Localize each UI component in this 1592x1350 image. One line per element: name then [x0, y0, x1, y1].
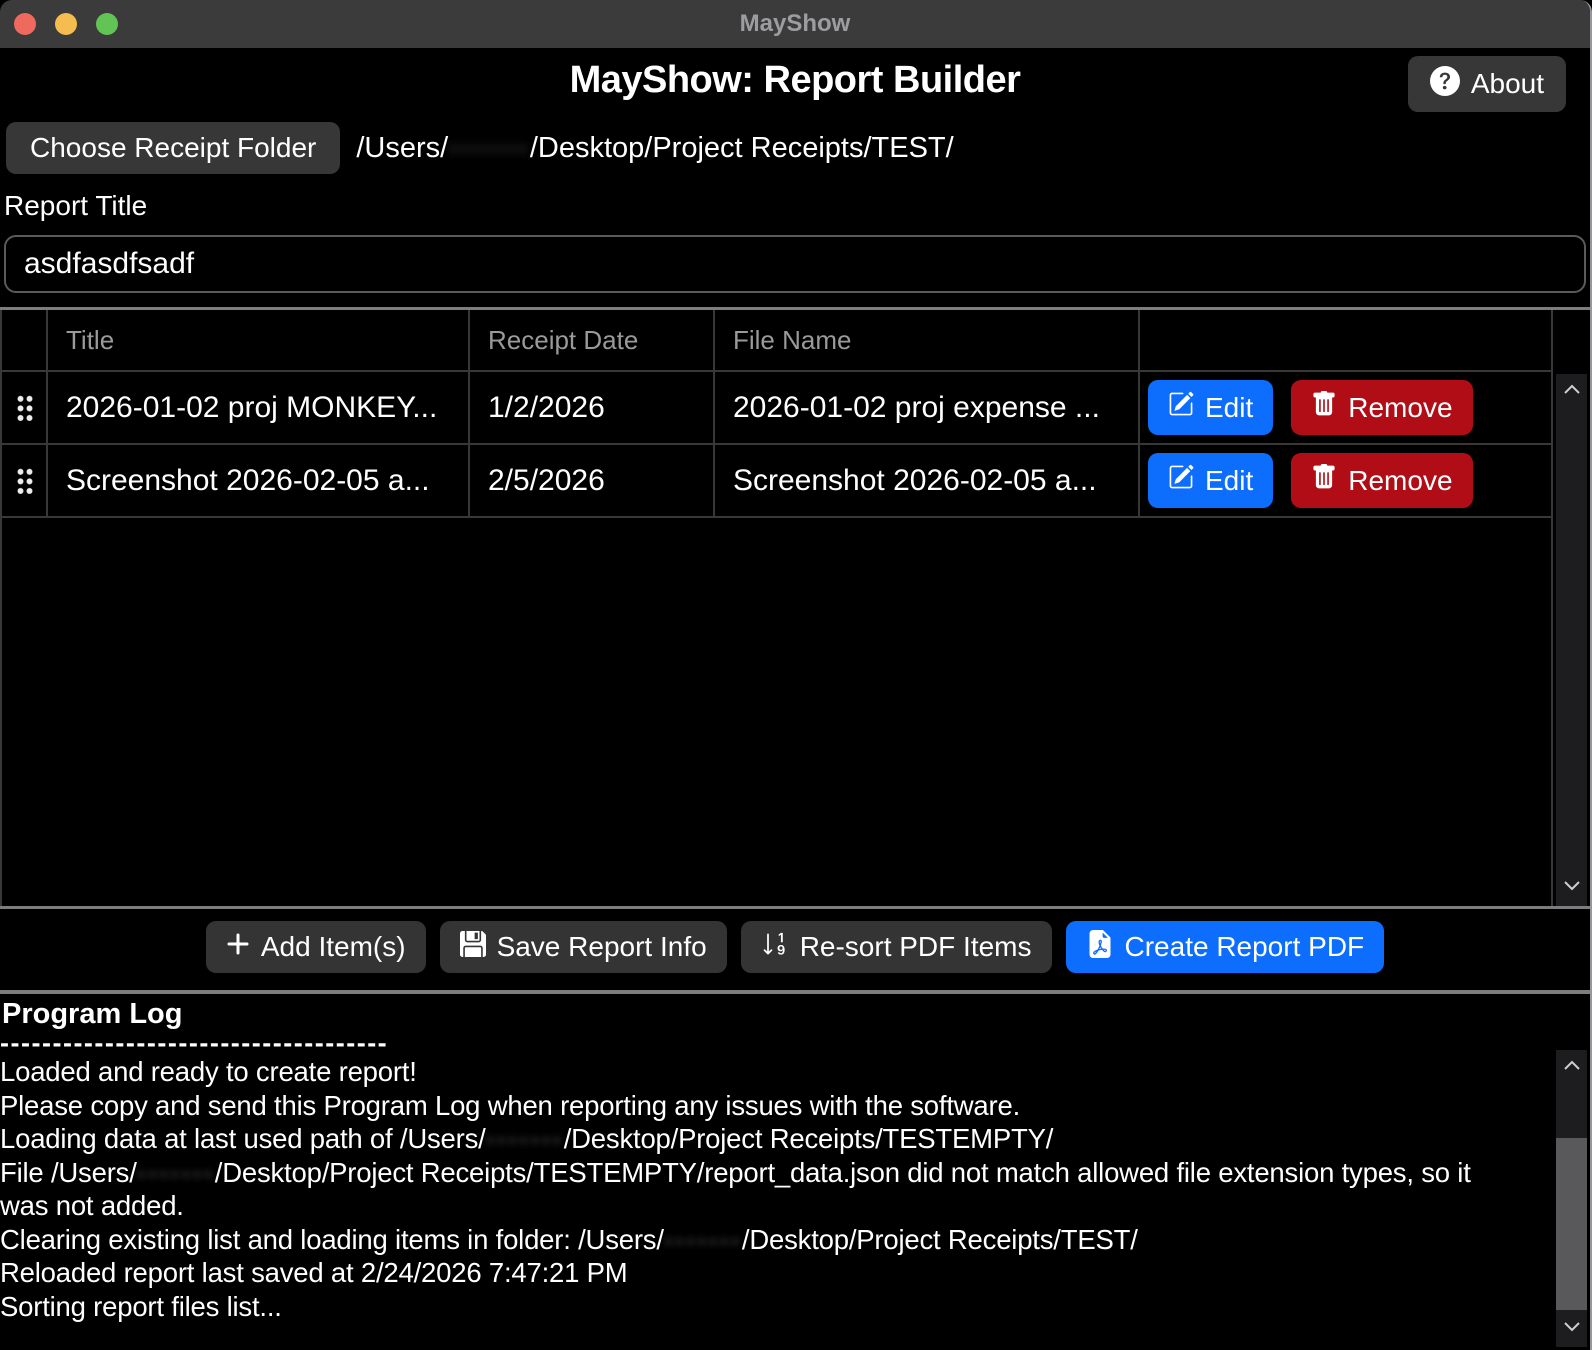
table-row: 2026-01-02 proj MONKEY... 1/2/2026 2026-…: [2, 372, 1551, 445]
log-line: Clearing existing list and loading items…: [0, 1223, 1518, 1257]
row-actions: Edit Remove: [1140, 372, 1551, 445]
report-items-table: Title Receipt Date File Name 2026-01-02 …: [0, 307, 1590, 909]
log-line: Sorting report files list...: [0, 1290, 1518, 1324]
create-report-pdf-label: Create Report PDF: [1125, 931, 1365, 963]
edit-label: Edit: [1205, 465, 1253, 497]
receipt-folder-path: /Users/·······/Desktop/Project Receipts/…: [356, 132, 953, 165]
program-log-text: ------------------------------------- Lo…: [0, 1031, 1590, 1323]
pencil-square-icon: [1168, 391, 1194, 424]
save-report-info-label: Save Report Info: [497, 931, 707, 963]
remove-label: Remove: [1348, 392, 1452, 424]
edit-button[interactable]: Edit: [1148, 380, 1273, 435]
report-title-input[interactable]: [4, 235, 1586, 293]
edit-button[interactable]: Edit: [1148, 453, 1273, 508]
chevron-down-icon[interactable]: [1562, 1320, 1582, 1339]
path-suffix: /Desktop/Project Receipts/TEST/: [530, 132, 954, 165]
save-report-info-button[interactable]: Save Report Info: [440, 921, 727, 973]
create-report-pdf-button[interactable]: Create Report PDF: [1066, 921, 1385, 973]
fullscreen-button[interactable]: [96, 13, 118, 35]
table-header-row: Title Receipt Date File Name: [2, 310, 1551, 372]
toolbar: Add Item(s) Save Report Info Re-sort PDF…: [0, 921, 1590, 973]
about-button[interactable]: About: [1408, 56, 1566, 112]
log-splitter[interactable]: [0, 990, 1590, 994]
drag-handle[interactable]: [2, 445, 48, 518]
remove-button[interactable]: Remove: [1291, 380, 1472, 435]
grip-dots-icon: [16, 467, 33, 494]
header-grip-column: [2, 310, 48, 372]
resort-pdf-items-button[interactable]: Re-sort PDF Items: [741, 921, 1052, 973]
table-scrollbar[interactable]: [1556, 374, 1587, 906]
window-title: MayShow: [740, 10, 851, 38]
log-line: Loaded and ready to create report!: [0, 1055, 1518, 1089]
log-line: File /Users/·······/Desktop/Project Rece…: [0, 1156, 1518, 1223]
choose-receipt-folder-button[interactable]: Choose Receipt Folder: [6, 122, 340, 174]
header-receipt-date: Receipt Date: [470, 310, 715, 372]
log-line: Reloaded report last saved at 2/24/2026 …: [0, 1256, 1518, 1290]
row-actions: Edit Remove: [1140, 445, 1551, 518]
trash-icon: [1311, 464, 1337, 497]
log-line: Please copy and send this Program Log wh…: [0, 1089, 1518, 1123]
header: MayShow: Report Builder About: [0, 48, 1590, 114]
add-items-button[interactable]: Add Item(s): [206, 921, 426, 973]
row-file-name: 2026-01-02 proj expense ...: [715, 372, 1140, 445]
row-title: 2026-01-02 proj MONKEY...: [48, 372, 470, 445]
chevron-up-icon[interactable]: [1562, 1058, 1582, 1077]
page-title: MayShow: Report Builder: [0, 48, 1590, 112]
minimize-button[interactable]: [55, 13, 77, 35]
scrollbar-thumb[interactable]: [1556, 1138, 1587, 1310]
path-prefix: /Users/: [356, 132, 448, 165]
edit-label: Edit: [1205, 392, 1253, 424]
traffic-lights: [14, 0, 118, 48]
about-label: About: [1471, 68, 1544, 100]
question-circle-icon: [1430, 66, 1460, 103]
plus-icon: [226, 931, 250, 963]
program-log-panel: Program Log ----------------------------…: [0, 998, 1590, 1347]
pencil-square-icon: [1168, 464, 1194, 497]
redacted-username: ·······: [448, 132, 530, 165]
table-row: Screenshot 2026-02-05 a... 2/5/2026 Scre…: [2, 445, 1551, 518]
row-receipt-date: 1/2/2026: [470, 372, 715, 445]
chevron-down-icon[interactable]: [1562, 879, 1582, 898]
row-file-name: Screenshot 2026-02-05 a...: [715, 445, 1140, 518]
table-main: Title Receipt Date File Name 2026-01-02 …: [0, 310, 1553, 906]
header-actions: [1140, 310, 1551, 372]
remove-button[interactable]: Remove: [1291, 453, 1472, 508]
log-scrollbar[interactable]: [1556, 1050, 1587, 1347]
redacted-username: ·······: [486, 1123, 564, 1154]
sort-numeric-down-icon: [761, 930, 789, 965]
log-divider-dashes: -------------------------------------: [0, 1031, 1518, 1055]
titlebar: MayShow: [0, 0, 1590, 48]
trash-icon: [1311, 391, 1337, 424]
close-button[interactable]: [14, 13, 36, 35]
drag-handle[interactable]: [2, 372, 48, 445]
chevron-up-icon[interactable]: [1562, 382, 1582, 401]
row-receipt-date: 2/5/2026: [470, 445, 715, 518]
program-log-heading: Program Log: [2, 998, 1590, 1031]
pdf-file-icon: [1086, 930, 1114, 965]
log-line: Loading data at last used path of /Users…: [0, 1122, 1518, 1156]
grip-dots-icon: [16, 394, 33, 421]
redacted-username: ·······: [664, 1224, 742, 1255]
report-title-label: Report Title: [4, 190, 1590, 222]
add-items-label: Add Item(s): [261, 931, 406, 963]
folder-row: Choose Receipt Folder /Users/·······/Des…: [6, 122, 1590, 174]
floppy-save-icon: [460, 931, 486, 964]
remove-label: Remove: [1348, 465, 1452, 497]
app-window: MayShow MayShow: Report Builder About Ch…: [0, 0, 1592, 1350]
redacted-username: ·······: [137, 1157, 215, 1188]
header-title: Title: [48, 310, 470, 372]
row-title: Screenshot 2026-02-05 a...: [48, 445, 470, 518]
header-file-name: File Name: [715, 310, 1140, 372]
resort-pdf-items-label: Re-sort PDF Items: [800, 931, 1032, 963]
